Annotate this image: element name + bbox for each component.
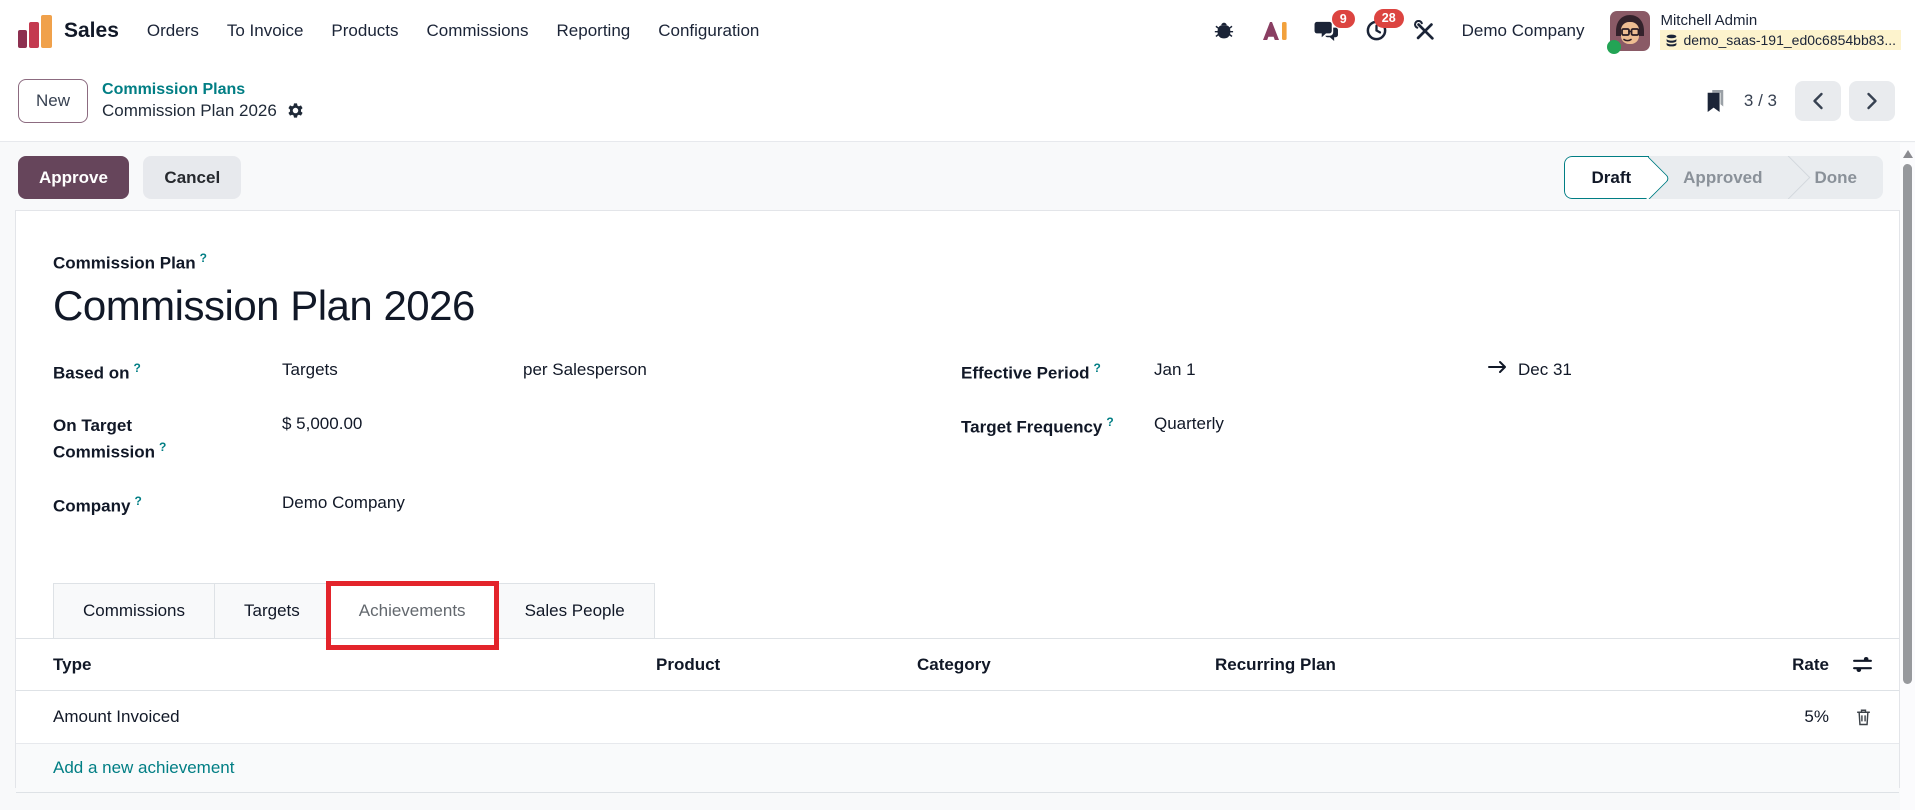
ai-icon[interactable] <box>1261 20 1288 42</box>
nav-item-orders[interactable]: Orders <box>147 21 199 41</box>
achievements-table: Type Product Category Recurring Plan Rat… <box>16 639 1899 794</box>
status-bar: Draft Approved Done <box>1564 156 1883 199</box>
activities-badge: 28 <box>1373 9 1404 28</box>
status-step-done[interactable]: Done <box>1789 156 1884 199</box>
new-button[interactable]: New <box>18 79 89 123</box>
online-status-dot <box>1607 39 1622 54</box>
chevron-left-icon <box>1813 92 1823 110</box>
column-header-category[interactable]: Category <box>917 655 1215 675</box>
help-marker[interactable]: ? <box>134 361 141 375</box>
add-line-row: Add a new achievement <box>16 744 1899 794</box>
fields-left-column: Based on? Targets per Salesperson On Tar… <box>53 360 961 548</box>
pager-count: 3 / 3 <box>1743 91 1777 110</box>
user-menu[interactable]: Mitchell Admin demo_saas-191_ed0c6854bb8… <box>1607 10 1901 54</box>
breadcrumb-current: Commission Plan 2026 <box>102 101 277 121</box>
top-navbar: Sales Orders To Invoice Products Commiss… <box>0 0 1915 61</box>
field-target-frequency: Target Frequency? Quarterly <box>961 414 1862 440</box>
column-header-product[interactable]: Product <box>656 655 917 675</box>
help-marker[interactable]: ? <box>159 440 166 454</box>
company-switcher[interactable]: Demo Company <box>1462 21 1585 41</box>
chevron-right-icon <box>1867 92 1877 110</box>
gear-icon[interactable] <box>286 102 305 121</box>
help-marker[interactable]: ? <box>200 251 207 265</box>
user-name: Mitchell Admin <box>1660 11 1758 29</box>
add-achievement-link[interactable]: Add a new achievement <box>53 758 234 778</box>
sales-app-icon <box>18 14 52 48</box>
based-on-value[interactable]: Targets <box>282 360 523 380</box>
app-menu-button[interactable]: Sales <box>18 14 119 48</box>
tab-achievements[interactable]: Achievements <box>325 581 499 651</box>
effective-period-label: Effective Period? <box>961 360 1101 383</box>
action-buttons: Approve Cancel <box>18 156 242 199</box>
column-header-recurring-plan[interactable]: Recurring Plan <box>1215 655 1775 675</box>
table-row[interactable]: Amount Invoiced 5% <box>16 691 1899 745</box>
field-effective-period: Effective Period? Jan 1 Dec 31 <box>961 360 1862 386</box>
target-frequency-label: Target Frequency? <box>961 414 1114 437</box>
messages-icon[interactable]: 9 <box>1314 9 1355 42</box>
based-on-value2[interactable]: per Salesperson <box>523 360 647 380</box>
breadcrumb-bar: New Commission Plans Commission Plan 202… <box>0 61 1915 142</box>
scrollbar-thumb[interactable] <box>1903 164 1912 684</box>
notebook-tabs: Commissions Targets Achievements Sales P… <box>16 581 1899 651</box>
approve-button[interactable]: Approve <box>18 156 129 199</box>
tab-targets[interactable]: Targets <box>214 583 330 639</box>
activities-clock-icon[interactable]: 28 <box>1365 9 1404 42</box>
app-name: Sales <box>64 18 119 42</box>
nav-item-configuration[interactable]: Configuration <box>658 21 759 41</box>
content-area: Approve Cancel Draft Approved Done Commi… <box>0 142 1915 810</box>
effective-period-end[interactable]: Dec 31 <box>1518 360 1572 380</box>
company-label: Company? <box>53 493 142 516</box>
database-name: demo_saas-191_ed0c6854bb83... <box>1660 30 1901 51</box>
scrollbar[interactable] <box>1900 143 1915 810</box>
column-header-type[interactable]: Type <box>53 655 656 675</box>
bookmark-icon[interactable] <box>1704 88 1726 114</box>
help-marker[interactable]: ? <box>1106 415 1113 429</box>
title-field-label: Commission Plan? <box>53 251 207 273</box>
debug-bug-icon[interactable] <box>1213 20 1235 42</box>
nav-item-to-invoice[interactable]: To Invoice <box>227 21 304 41</box>
developer-tools-icon[interactable] <box>1413 19 1436 42</box>
tab-commissions[interactable]: Commissions <box>53 583 216 639</box>
breadcrumb-parent-link[interactable]: Commission Plans <box>102 79 305 101</box>
messages-badge: 9 <box>1331 9 1355 28</box>
help-marker[interactable]: ? <box>134 494 141 508</box>
field-based-on: Based on? Targets per Salesperson <box>53 360 961 386</box>
form-sheet: Commission Plan? Commission Plan 2026 Ba… <box>15 210 1900 794</box>
trash-icon[interactable] <box>1854 707 1873 727</box>
cell-rate[interactable]: 5% <box>1775 707 1829 727</box>
help-marker[interactable]: ? <box>1094 361 1101 375</box>
pager-next-button[interactable] <box>1849 81 1895 121</box>
nav-item-products[interactable]: Products <box>331 21 398 41</box>
scrollbar-up-arrow[interactable] <box>1902 150 1913 158</box>
breadcrumb: Commission Plans Commission Plan 2026 <box>102 79 305 124</box>
fields-right-column: Effective Period? Jan 1 Dec 31 Target Fr… <box>961 360 1862 548</box>
company-value[interactable]: Demo Company <box>282 493 405 513</box>
effective-period-start[interactable]: Jan 1 <box>1154 360 1488 380</box>
field-company: Company? Demo Company <box>53 493 961 519</box>
arrow-right-icon <box>1488 360 1508 374</box>
on-target-commission-label: On Target Commission? <box>53 415 167 462</box>
field-on-target-commission: On Target Commission? $ 5,000.00 <box>53 414 961 465</box>
cancel-button[interactable]: Cancel <box>143 156 242 199</box>
column-header-rate[interactable]: Rate <box>1775 655 1829 675</box>
on-target-commission-value[interactable]: $ 5,000.00 <box>282 414 362 434</box>
status-step-draft[interactable]: Draft <box>1564 156 1650 199</box>
table-header-row: Type Product Category Recurring Plan Rat… <box>16 639 1899 692</box>
nav-item-commissions[interactable]: Commissions <box>427 21 529 41</box>
optional-columns-icon[interactable] <box>1852 654 1873 675</box>
target-frequency-value[interactable]: Quarterly <box>1154 414 1224 434</box>
based-on-label: Based on? <box>53 360 141 383</box>
status-step-approved[interactable]: Approved <box>1649 156 1788 199</box>
control-panel: Approve Cancel Draft Approved Done <box>0 142 1915 199</box>
cell-type[interactable]: Amount Invoiced <box>53 707 656 727</box>
page: Sales Orders To Invoice Products Commiss… <box>0 0 1915 810</box>
database-icon <box>1667 34 1677 47</box>
pager-previous-button[interactable] <box>1795 81 1841 121</box>
nav-item-reporting[interactable]: Reporting <box>557 21 631 41</box>
tab-sales-people[interactable]: Sales People <box>494 583 655 639</box>
record-title[interactable]: Commission Plan 2026 <box>53 282 1862 330</box>
